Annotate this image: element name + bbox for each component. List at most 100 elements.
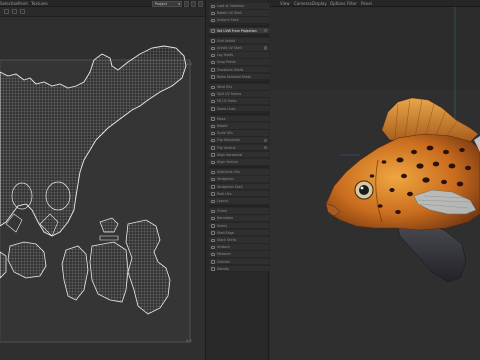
tool-group-divider: [209, 24, 269, 27]
menu-filter[interactable]: Filter: [347, 1, 357, 6]
uv-workspace[interactable]: 1.0 0.0: [0, 17, 205, 360]
tool-item[interactable]: Weld UVs: [209, 84, 269, 91]
rotate-icon[interactable]: [20, 9, 25, 14]
uv-label-top: 1.0: [186, 62, 192, 66]
tool-item-label: Orient: [217, 209, 227, 214]
tool-item[interactable]: Snap Points: [209, 59, 269, 66]
tool-item-label: Weld UVs: [217, 85, 233, 89]
menu-panel[interactable]: Panel: [361, 1, 372, 6]
viewport-scene[interactable]: [270, 7, 480, 360]
tool-item[interactable]: Lay Shells: [209, 52, 269, 59]
tool-icon: [211, 192, 215, 196]
tool-item[interactable]: Scale UVs: [209, 130, 269, 137]
uv-toolbar: [0, 7, 205, 17]
menu-selection[interactable]: Selection: [0, 1, 18, 6]
tool-icon: [211, 53, 215, 58]
tool-item[interactable]: Straighten: [209, 176, 269, 183]
tool-item[interactable]: Select: [209, 222, 269, 230]
menu-cameras[interactable]: Cameras: [294, 1, 312, 6]
tool-item[interactable]: Straighten Shell: [209, 183, 269, 191]
tool-item[interactable]: Align Horizontal: [209, 151, 269, 159]
tool-item[interactable]: Move: [209, 115, 269, 123]
uv-toolkit-panel: Look at Selection Rotate UV Shell Uniform …: [205, 0, 269, 360]
tool-icon: [211, 260, 215, 264]
tool-item[interactable]: Flip Vertical: [209, 144, 269, 152]
tool-icon: [211, 60, 215, 65]
tool-item[interactable]: Shell Edge: [209, 229, 269, 237]
tool-item-label: Unfold UV Shell: [217, 46, 242, 50]
tool-icon: [211, 177, 215, 182]
tool-icon: [211, 231, 215, 235]
tool-icon: [211, 252, 215, 257]
tool-icon: [211, 185, 215, 189]
move-icon[interactable]: [12, 9, 17, 14]
tool-item[interactable]: Rotate UV Shell: [209, 10, 269, 17]
tool-item[interactable]: Transform Shells: [209, 66, 269, 74]
options-icon[interactable]: [263, 138, 267, 143]
uv-label-bottom: 0.0: [186, 339, 192, 343]
tool-item-label: Density: [217, 266, 230, 271]
tool-item[interactable]: Seam Lines: [209, 105, 269, 113]
tool-item-label: Checker: [217, 259, 230, 264]
tool-item-label: Flip Horizontal: [217, 138, 240, 143]
tool-icon: [211, 107, 215, 111]
tool-item-label: Shell Edge: [217, 230, 234, 235]
select-icon[interactable]: [4, 9, 9, 14]
tool-icon: [211, 146, 215, 150]
tool-item-label: Layout: [217, 199, 228, 203]
tool-item-label: Flip Vertical: [217, 145, 236, 150]
menu-view[interactable]: View: [280, 1, 290, 6]
tool-item[interactable]: Look at Selection: [209, 3, 269, 10]
menu-display[interactable]: Display: [312, 1, 327, 6]
tool-icon: [211, 46, 215, 50]
tool-item[interactable]: Unstack: [209, 244, 269, 251]
tool-item[interactable]: Measure: [209, 251, 269, 258]
tool-icon: [211, 224, 215, 228]
tool-item[interactable]: Checker: [209, 258, 269, 266]
tool-item[interactable]: Density: [209, 265, 269, 273]
tool-icon: [211, 131, 215, 136]
tool-item-label: Measure: [217, 252, 231, 257]
tool-item[interactable]: Layout: [209, 198, 269, 205]
tool-icon: [211, 245, 215, 250]
tool-item[interactable]: Fill UV Holes: [209, 98, 269, 105]
tool-item[interactable]: Normalize: [209, 215, 269, 222]
tool-item[interactable]: Relax Selected Shells: [209, 73, 269, 81]
tool-item-label: Uniform Shell: [217, 18, 239, 23]
tool-item-label: Distribute UVs: [217, 170, 240, 175]
tool-item[interactable]: Uniform Shell: [209, 17, 269, 24]
tool-item[interactable]: Stack Shells: [209, 237, 269, 244]
project-dropdown-label: Project: [155, 2, 167, 6]
uv-editor-panel: Selection Paint Textures Project ▾ 1.0 0…: [0, 0, 205, 360]
tool-item-label: Set UVW From Projection: [217, 28, 257, 33]
options-icon[interactable]: [263, 46, 267, 50]
options-icon[interactable]: [263, 145, 267, 150]
options-icon[interactable]: [263, 28, 267, 33]
tool-item[interactable]: Rotate: [209, 123, 269, 130]
tool-item-label: Normalize: [217, 216, 234, 221]
tool-item[interactable]: Align Vertical: [209, 159, 269, 166]
tool-item[interactable]: Flip Horizontal: [209, 137, 269, 144]
tool-item-label: Rotate: [217, 124, 228, 128]
tool-icon: [211, 92, 215, 97]
tool-item-label: Align Horizontal: [217, 152, 243, 157]
menu-textures[interactable]: Textures: [31, 1, 48, 6]
tool-item-label: Pack UVs: [217, 191, 232, 196]
tool-icon: [211, 170, 215, 175]
tool-item[interactable]: Set UVW From Projection: [209, 27, 269, 35]
tool-icon: [211, 85, 215, 89]
tool-item[interactable]: Pack UVs: [209, 190, 269, 198]
tool-item[interactable]: Orient: [209, 208, 269, 215]
3d-viewport[interactable]: View Cameras Display Options Filter Pane…: [270, 0, 480, 360]
menu-options[interactable]: Options: [330, 1, 345, 6]
viewport-menubar: View Cameras Display Options Filter Pane…: [270, 0, 480, 7]
tool-icon: [211, 267, 215, 271]
tool-icon: [211, 216, 215, 221]
tool-item-label: Straighten: [217, 177, 234, 182]
fish-model: [270, 7, 480, 360]
tool-item[interactable]: Distribute UVs: [209, 169, 269, 176]
tool-item[interactable]: Grid Unfold: [209, 37, 269, 45]
tool-item[interactable]: Unfold UV Shell: [209, 45, 269, 52]
menu-paint[interactable]: Paint: [18, 1, 28, 6]
tool-item[interactable]: Split UV Seams: [209, 91, 269, 98]
